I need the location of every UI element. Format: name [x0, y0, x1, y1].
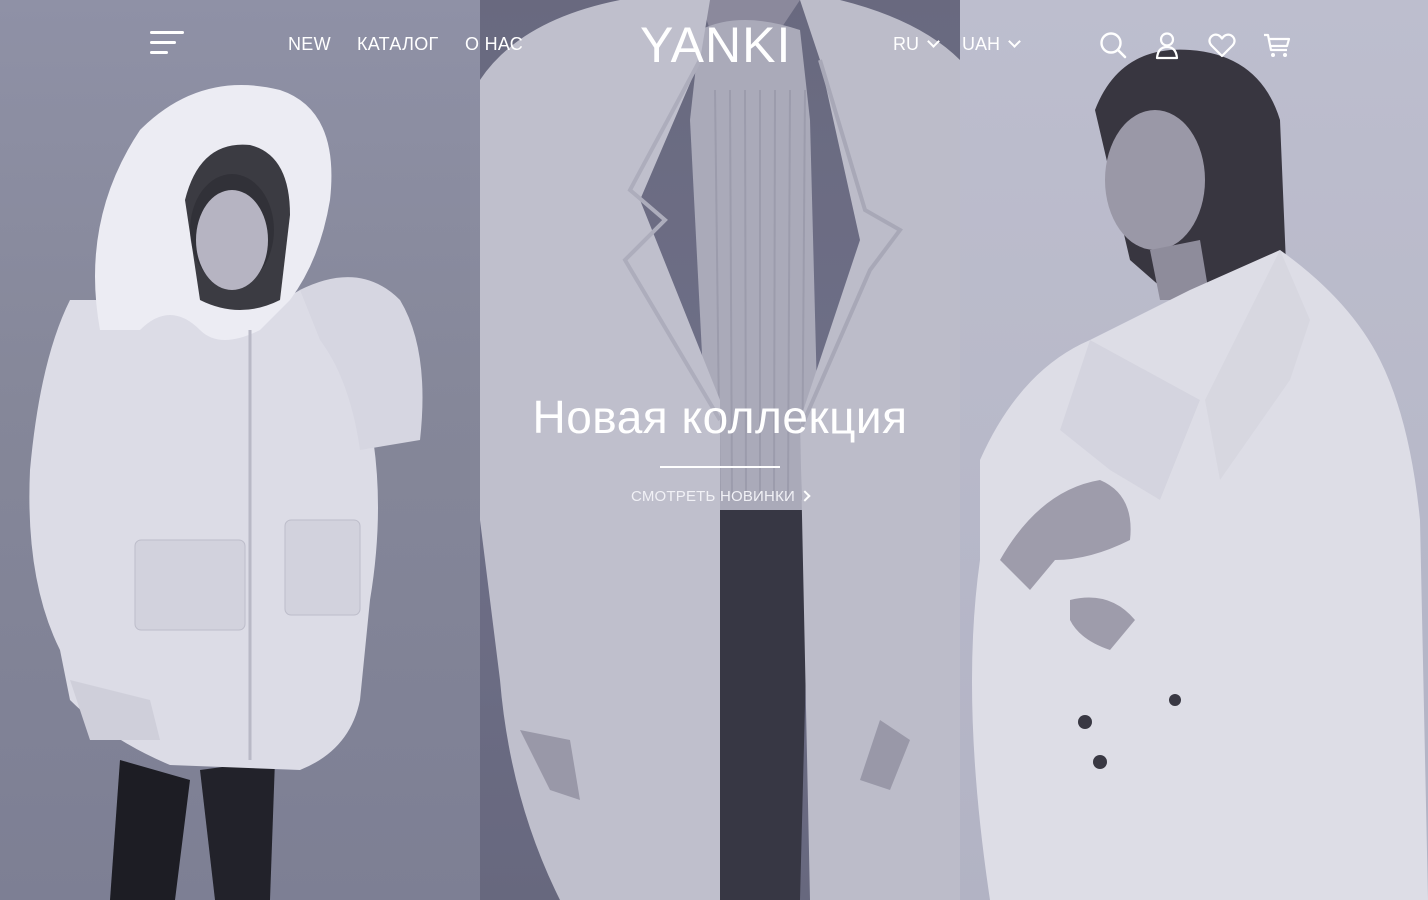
hero-divider: [660, 466, 780, 468]
chevron-down-icon: [1008, 35, 1021, 48]
hero-cta-label: СМОТРЕТЬ НОВИНКИ: [630, 488, 795, 505]
fur-coat-model-illustration: [960, 0, 1428, 900]
hero-title: Новая коллекция: [532, 391, 908, 443]
search-icon[interactable]: [1098, 30, 1128, 60]
user-icon[interactable]: [1152, 30, 1182, 60]
nav-link-new[interactable]: NEW: [288, 34, 331, 55]
chevron-down-icon: [927, 35, 940, 48]
page: NEW КАТАЛОГ О НАС YANKI RU UAH Новая кол…: [0, 0, 1428, 900]
site-logo[interactable]: YANKI: [640, 16, 791, 74]
nav-link-catalog[interactable]: КАТАЛОГ: [357, 34, 439, 55]
currency-select[interactable]: UAH: [962, 34, 1021, 55]
hero-image-left[interactable]: [0, 0, 480, 900]
language-value: RU: [893, 34, 919, 54]
view-new-arrivals-link[interactable]: СМОТРЕТЬ НОВИНКИ: [480, 488, 960, 505]
nav-link-about[interactable]: О НАС: [465, 34, 523, 55]
coat-model-illustration: [480, 0, 960, 900]
site-header: NEW КАТАЛОГ О НАС YANKI RU UAH: [0, 0, 1428, 90]
chevron-right-icon: [799, 490, 811, 502]
language-select[interactable]: RU: [893, 34, 940, 55]
cart-icon[interactable]: [1262, 30, 1292, 60]
currency-value: UAH: [962, 34, 1001, 54]
heart-icon[interactable]: [1207, 30, 1237, 60]
parka-model-illustration: [29, 85, 423, 900]
hero-image-center[interactable]: [480, 0, 960, 900]
hero-image-right[interactable]: [960, 0, 1428, 900]
menu-icon[interactable]: [150, 31, 186, 59]
